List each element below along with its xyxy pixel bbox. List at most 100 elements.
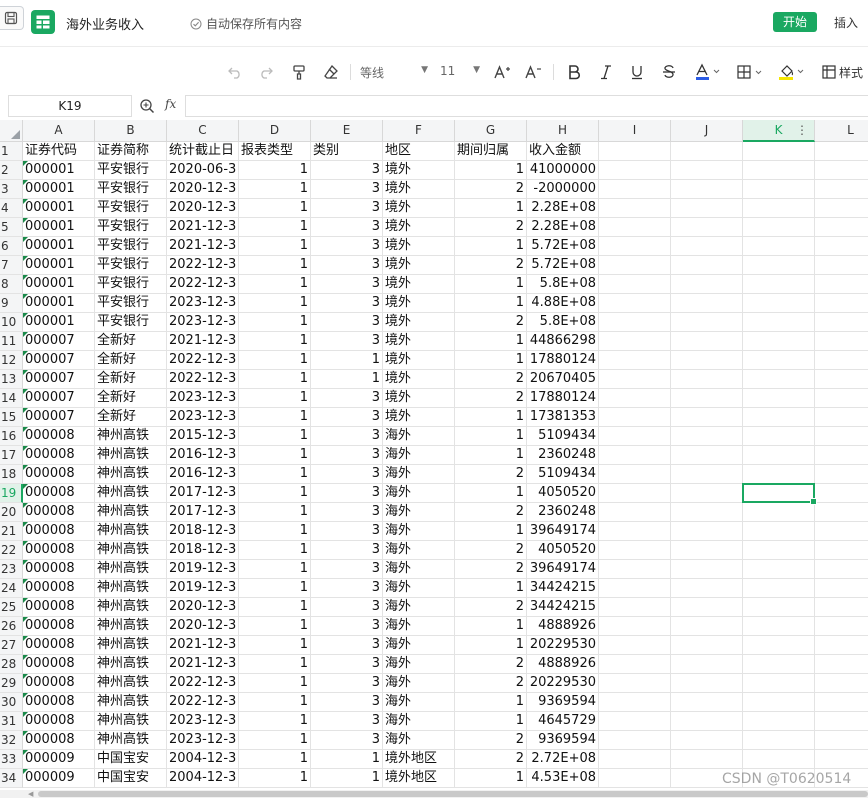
- cell-e12[interactable]: 1: [311, 351, 383, 370]
- cell-i28[interactable]: [599, 655, 671, 674]
- cell-l17[interactable]: [815, 446, 868, 465]
- cell-g34[interactable]: 1: [455, 769, 527, 788]
- cell-g21[interactable]: 1: [455, 522, 527, 541]
- cell-l10[interactable]: [815, 313, 868, 332]
- cell-i34[interactable]: [599, 769, 671, 788]
- cell-f10[interactable]: 境外: [383, 313, 455, 332]
- cell-e33[interactable]: 1: [311, 750, 383, 769]
- cell-f9[interactable]: 境外: [383, 294, 455, 313]
- cell-i7[interactable]: [599, 256, 671, 275]
- font-color-button[interactable]: [693, 63, 723, 81]
- cell-a3[interactable]: 000001: [23, 180, 95, 199]
- cell-k6[interactable]: [743, 237, 815, 256]
- name-box[interactable]: K19: [8, 95, 132, 117]
- cell-a32[interactable]: 000008: [23, 731, 95, 750]
- cell-d24[interactable]: 1: [239, 579, 311, 598]
- cell-a5[interactable]: 000001: [23, 218, 95, 237]
- cell-g20[interactable]: 2: [455, 503, 527, 522]
- cell-a15[interactable]: 000007: [23, 408, 95, 427]
- font-family-select[interactable]: 等线 ▼: [360, 64, 430, 81]
- column-header-f[interactable]: F: [383, 120, 455, 142]
- cell-f8[interactable]: 境外: [383, 275, 455, 294]
- cell-f7[interactable]: 境外: [383, 256, 455, 275]
- row-header[interactable]: 25: [0, 598, 23, 617]
- cell-e31[interactable]: 3: [311, 712, 383, 731]
- cell-c14[interactable]: 2023-12-3: [167, 389, 239, 408]
- cell-d16[interactable]: 1: [239, 427, 311, 446]
- cell-j5[interactable]: [671, 218, 743, 237]
- cell-i33[interactable]: [599, 750, 671, 769]
- cell-j19[interactable]: [671, 484, 743, 503]
- cell-f11[interactable]: 境外: [383, 332, 455, 351]
- cell-i11[interactable]: [599, 332, 671, 351]
- cell-g25[interactable]: 2: [455, 598, 527, 617]
- cell-g17[interactable]: 1: [455, 446, 527, 465]
- cell-h25[interactable]: 34424215: [527, 598, 599, 617]
- cell-a12[interactable]: 000007: [23, 351, 95, 370]
- cell-k3[interactable]: [743, 180, 815, 199]
- column-header-b[interactable]: B: [95, 120, 167, 142]
- cell-h3[interactable]: -2000000: [527, 180, 599, 199]
- cell-g11[interactable]: 1: [455, 332, 527, 351]
- cell-b19[interactable]: 神州高铁: [95, 484, 167, 503]
- cell-c6[interactable]: 2021-12-3: [167, 237, 239, 256]
- cell-c24[interactable]: 2019-12-3: [167, 579, 239, 598]
- row-header[interactable]: 23: [0, 560, 23, 579]
- cell-a16[interactable]: 000008: [23, 427, 95, 446]
- cell-d14[interactable]: 1: [239, 389, 311, 408]
- cell-k7[interactable]: [743, 256, 815, 275]
- column-header-a[interactable]: A: [23, 120, 95, 142]
- cell-l11[interactable]: [815, 332, 868, 351]
- cell-i29[interactable]: [599, 674, 671, 693]
- cell-f24[interactable]: 海外: [383, 579, 455, 598]
- cell-k8[interactable]: [743, 275, 815, 294]
- cell-b3[interactable]: 平安银行: [95, 180, 167, 199]
- cell-c21[interactable]: 2018-12-3: [167, 522, 239, 541]
- cell-a13[interactable]: 000007: [23, 370, 95, 389]
- cell-e7[interactable]: 3: [311, 256, 383, 275]
- cell-i19[interactable]: [599, 484, 671, 503]
- cell-e32[interactable]: 3: [311, 731, 383, 750]
- cell-i3[interactable]: [599, 180, 671, 199]
- cell-c22[interactable]: 2018-12-3: [167, 541, 239, 560]
- row-header[interactable]: 8: [0, 275, 23, 294]
- cell-l24[interactable]: [815, 579, 868, 598]
- cell-f12[interactable]: 境外: [383, 351, 455, 370]
- cell-f23[interactable]: 海外: [383, 560, 455, 579]
- cell-h10[interactable]: 5.8E+08: [527, 313, 599, 332]
- cell-a31[interactable]: 000008: [23, 712, 95, 731]
- row-header[interactable]: 17: [0, 446, 23, 465]
- cell-g32[interactable]: 2: [455, 731, 527, 750]
- cell-h27[interactable]: 20229530: [527, 636, 599, 655]
- cell-d12[interactable]: 1: [239, 351, 311, 370]
- cell-j7[interactable]: [671, 256, 743, 275]
- cell-k24[interactable]: [743, 579, 815, 598]
- cell-c10[interactable]: 2023-12-3: [167, 313, 239, 332]
- tab-start[interactable]: 开始: [773, 12, 817, 32]
- clear-format-button[interactable]: [322, 63, 340, 81]
- cell-b28[interactable]: 神州高铁: [95, 655, 167, 674]
- cell-i16[interactable]: [599, 427, 671, 446]
- cell-a34[interactable]: 000009: [23, 769, 95, 788]
- cell-h8[interactable]: 5.8E+08: [527, 275, 599, 294]
- cell-c28[interactable]: 2021-12-3: [167, 655, 239, 674]
- column-header-i[interactable]: I: [599, 120, 671, 142]
- cell-g1[interactable]: 期间归属: [455, 142, 527, 161]
- cell-i32[interactable]: [599, 731, 671, 750]
- cell-d15[interactable]: 1: [239, 408, 311, 427]
- cell-f4[interactable]: 境外: [383, 199, 455, 218]
- cell-f18[interactable]: 海外: [383, 465, 455, 484]
- cell-i31[interactable]: [599, 712, 671, 731]
- cell-b22[interactable]: 神州高铁: [95, 541, 167, 560]
- cell-g12[interactable]: 1: [455, 351, 527, 370]
- cell-f32[interactable]: 海外: [383, 731, 455, 750]
- underline-button[interactable]: [628, 63, 646, 81]
- cell-a29[interactable]: 000008: [23, 674, 95, 693]
- cell-e1[interactable]: 类别: [311, 142, 383, 161]
- cell-f22[interactable]: 海外: [383, 541, 455, 560]
- cell-j10[interactable]: [671, 313, 743, 332]
- cell-b12[interactable]: 全新好: [95, 351, 167, 370]
- cell-h16[interactable]: 5109434: [527, 427, 599, 446]
- cell-j12[interactable]: [671, 351, 743, 370]
- cell-b11[interactable]: 全新好: [95, 332, 167, 351]
